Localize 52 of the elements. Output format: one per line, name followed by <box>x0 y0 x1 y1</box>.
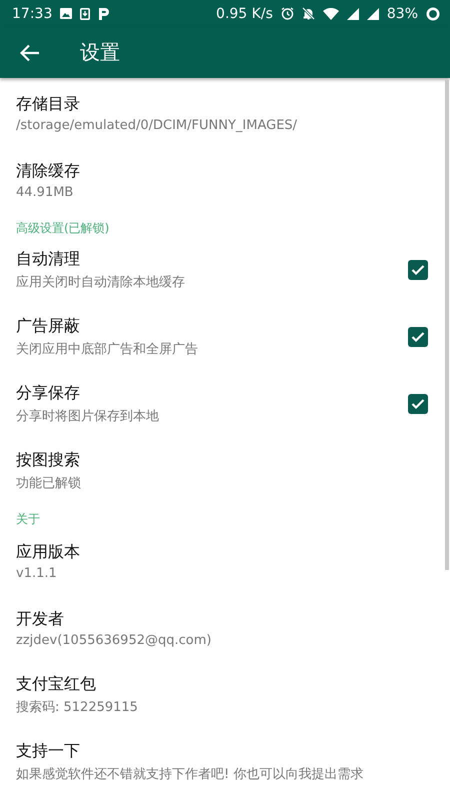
section-header: 高级设置(已解锁) <box>15 220 110 237</box>
signal-icon <box>346 8 359 20</box>
item-subtitle: 功能已解锁 <box>16 475 82 492</box>
item-title: 按图搜索 <box>16 450 81 471</box>
signal-icon <box>366 8 379 20</box>
item-subtitle: 搜索码: 512259115 <box>16 699 139 716</box>
item-subtitle: 关闭应用中底部广告和全屏广告 <box>16 341 199 358</box>
item-subtitle: v1.1.1 <box>16 566 58 580</box>
item-title: 广告屏蔽 <box>16 316 81 337</box>
item-title: 支付宝红包 <box>16 674 97 695</box>
check-icon <box>411 264 425 276</box>
page-title: 设置 <box>80 39 120 66</box>
download-icon <box>80 8 90 20</box>
item-subtitle: /storage/emulated/0/DCIM/FUNNY_IMAGES/ <box>16 118 298 132</box>
item-subtitle: 应用关闭时自动清除本地缓存 <box>16 274 186 291</box>
battery-percent: 83% <box>386 6 418 22</box>
bell-off-icon <box>302 7 315 20</box>
item-title: 应用版本 <box>16 542 81 562</box>
check-icon <box>411 398 425 410</box>
item-subtitle: 如果感觉软件还不错就支持下作者吧! 你也可以向我提出需求 <box>16 766 364 783</box>
checkbox[interactable] <box>408 394 428 414</box>
settings-item[interactable]: 应用版本 v1.1.1 <box>0 528 450 595</box>
settings-item[interactable]: 自动清理 应用关闭时自动清除本地缓存 <box>0 237 450 304</box>
parking-icon <box>98 6 110 20</box>
item-title: 支持一下 <box>16 741 81 762</box>
status-time: 17:33 <box>12 6 52 22</box>
settings-item[interactable]: 按图搜索 功能已解锁 <box>0 438 450 505</box>
settings-item[interactable]: 广告屏蔽 关闭应用中底部广告和全屏广告 <box>0 304 450 371</box>
checkbox[interactable] <box>408 327 428 347</box>
item-title: 自动清理 <box>16 249 81 270</box>
alarm-icon <box>280 7 294 20</box>
item-subtitle: 44.91MB <box>16 184 74 200</box>
settings-item[interactable]: 分享保存 分享时将图片保存到本地 <box>0 371 450 438</box>
item-title: 清除缓存 <box>16 160 81 182</box>
checkbox[interactable] <box>408 260 428 280</box>
item-title: 分享保存 <box>16 383 81 404</box>
item-subtitle: zzjdev(1055636952@qq.com) <box>16 632 212 648</box>
wifi-icon <box>322 8 339 20</box>
settings-item[interactable]: 存储目录 /storage/emulated/0/DCIM/FUNNY_IMAGES/ <box>0 80 450 147</box>
network-speed: 0.95 K/s <box>216 6 273 22</box>
battery-ring-icon <box>426 6 440 20</box>
item-subtitle: 分享时将图片保存到本地 <box>16 408 160 425</box>
check-icon <box>411 331 425 343</box>
section-header: 关于 <box>15 511 41 528</box>
item-title: 开发者 <box>16 608 65 630</box>
back-arrow-icon[interactable] <box>20 44 40 62</box>
settings-item[interactable]: 清除缓存 44.91MB <box>0 147 450 214</box>
settings-item[interactable]: 支持一下 如果感觉软件还不错就支持下作者吧! 你也可以向我提出需求 <box>0 729 450 796</box>
settings-item[interactable]: 开发者 zzjdev(1055636952@qq.com) <box>0 595 450 662</box>
image-icon <box>60 8 72 19</box>
settings-item[interactable]: 支付宝红包 搜索码: 512259115 <box>0 662 450 729</box>
item-title: 存储目录 <box>16 94 81 114</box>
